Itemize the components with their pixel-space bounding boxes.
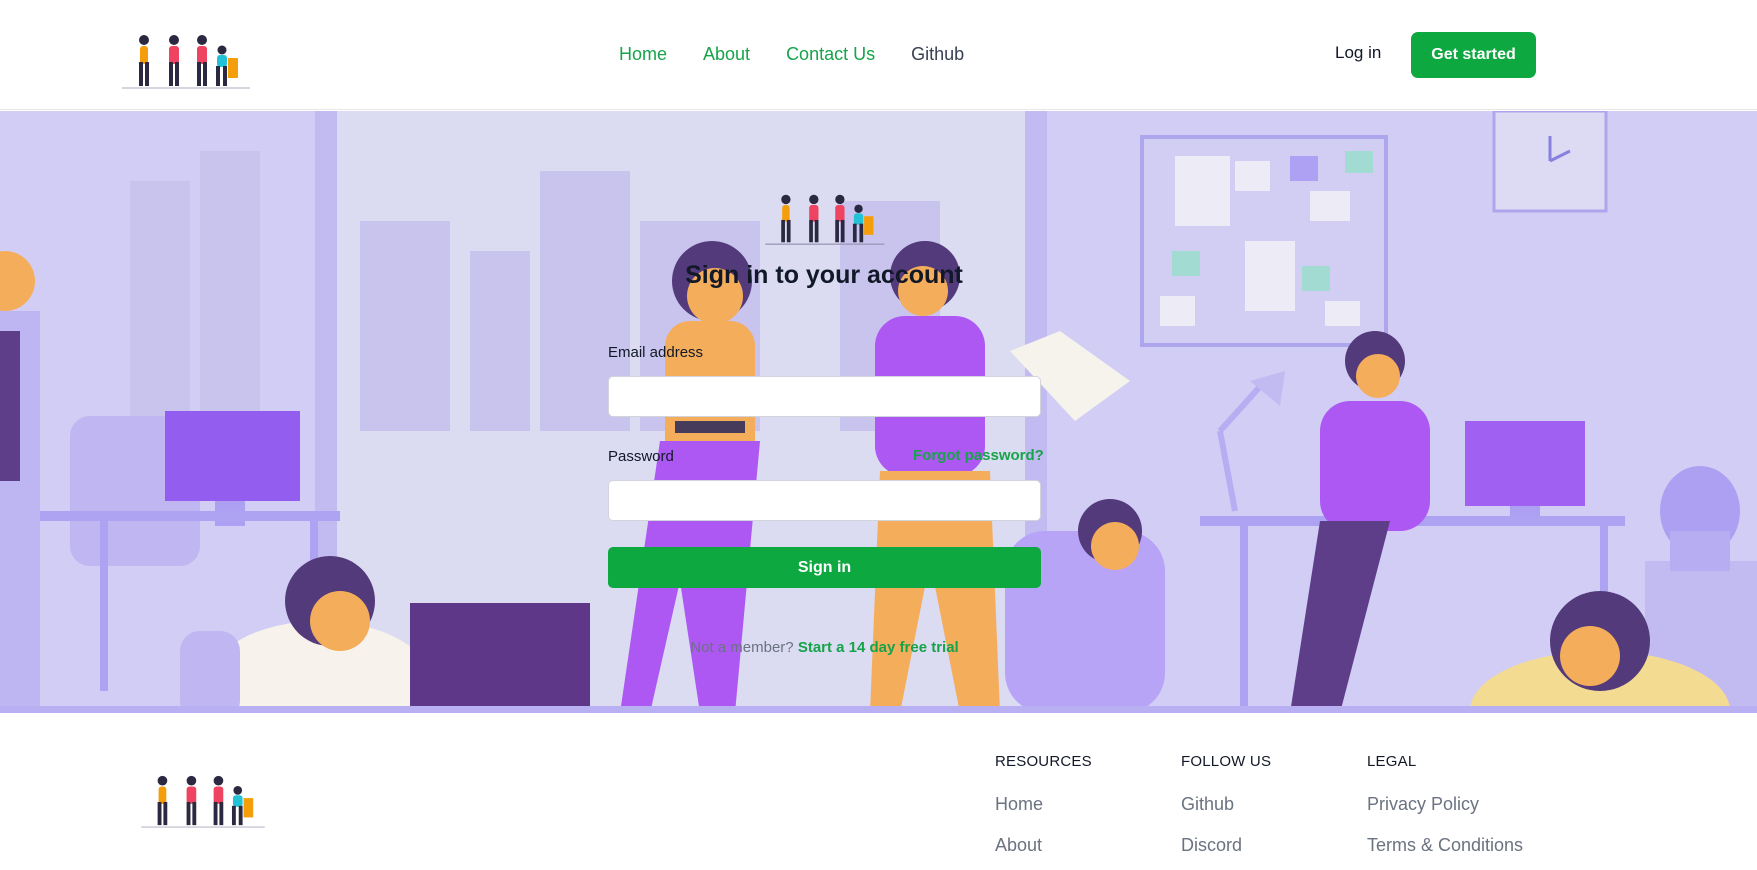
footer-heading-resources: RESOURCES	[995, 753, 1092, 770]
nav-contact-us[interactable]: Contact Us	[786, 42, 875, 66]
footer-column-follow-us: FOLLOW US Github Discord	[1181, 753, 1271, 870]
footer-column-legal: LEGAL Privacy Policy Terms & Conditions	[1367, 753, 1523, 870]
login-link[interactable]: Log in	[1335, 43, 1381, 63]
footer-link-github[interactable]: Github	[1181, 794, 1271, 815]
get-started-button[interactable]: Get started	[1411, 32, 1536, 78]
signin-title: Sign in to your account	[685, 261, 963, 289]
email-label: Email address	[608, 344, 704, 361]
nav-github[interactable]: Github	[911, 42, 964, 66]
site-header: Home About Contact Us Github Log in Get …	[0, 0, 1757, 110]
not-member-text: Not a member?	[690, 639, 794, 656]
footer-logo-icon[interactable]	[139, 773, 267, 829]
forgot-password-link[interactable]: Forgot password?	[913, 447, 1044, 464]
email-field[interactable]	[608, 376, 1041, 417]
nav-home[interactable]: Home	[619, 42, 667, 66]
footer-link-terms[interactable]: Terms & Conditions	[1367, 835, 1523, 856]
main-nav: Home About Contact Us Github	[619, 42, 964, 66]
footer-link-discord[interactable]: Discord	[1181, 835, 1271, 856]
password-field[interactable]	[608, 480, 1041, 521]
footer-link-about[interactable]: About	[995, 835, 1092, 856]
hero-section: Sign in to your account Email address Pa…	[0, 111, 1757, 713]
footer-link-home[interactable]: Home	[995, 794, 1092, 815]
footer-heading-follow-us: FOLLOW US	[1181, 753, 1272, 770]
free-trial-link[interactable]: Start a 14 day free trial	[798, 639, 959, 656]
footer-link-privacy-policy[interactable]: Privacy Policy	[1367, 794, 1523, 815]
nav-about[interactable]: About	[703, 42, 750, 66]
site-footer: RESOURCES Home About FOLLOW US Github Di…	[0, 713, 1757, 870]
team-logo-icon[interactable]	[122, 32, 250, 90]
password-label: Password	[608, 448, 674, 465]
sign-in-button[interactable]: Sign in	[608, 547, 1041, 588]
footer-column-resources: RESOURCES Home About	[995, 753, 1092, 870]
footer-heading-legal: LEGAL	[1367, 753, 1417, 770]
signup-prompt: Not a member? Start a 14 day free trial	[608, 639, 1041, 656]
form-logo-icon	[765, 194, 885, 245]
